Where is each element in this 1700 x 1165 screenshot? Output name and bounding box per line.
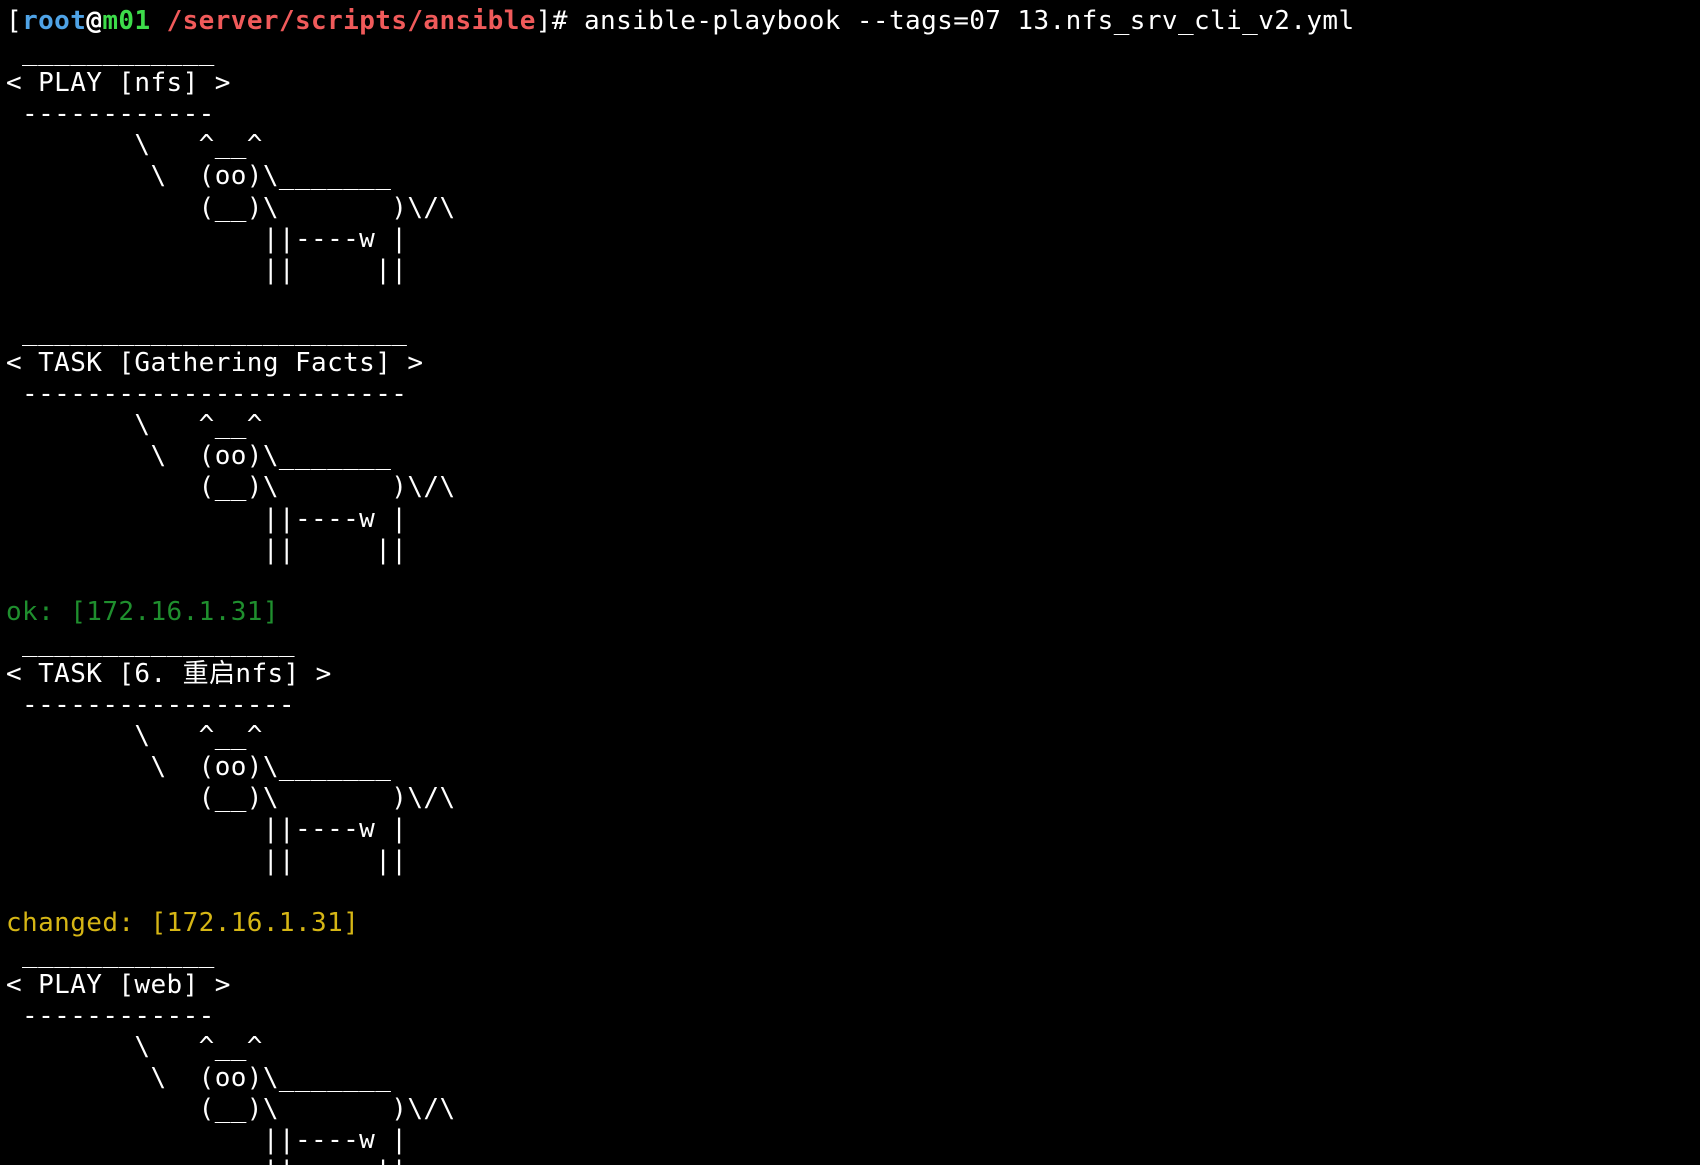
output-line: \ (oo)\_______ (6, 441, 1696, 472)
output-line: ok: [172.16.1.31] (6, 597, 1696, 628)
output-line: || || (6, 1156, 1696, 1165)
output-line: ____________ (6, 37, 1696, 68)
prompt-line: [root@m01 /server/scripts/ansible]# ansi… (6, 6, 1696, 37)
output-text: \ ^__^ (6, 721, 263, 752)
prompt-host: m01 (102, 6, 151, 36)
output-text: ||----w | (6, 223, 408, 254)
output-line: ||----w | (6, 224, 1696, 255)
prompt-user: root (22, 6, 87, 36)
output-text: _________________ (6, 627, 295, 658)
output-line: ||----w | (6, 1125, 1696, 1156)
output-line: \ ^__^ (6, 410, 1696, 441)
output-line: ||----w | (6, 814, 1696, 845)
output-line: || || (6, 535, 1696, 566)
output-line: \ (oo)\_______ (6, 1063, 1696, 1094)
output-text: \ (oo)\_______ (6, 441, 392, 472)
output-line: < TASK [Gathering Facts] > (6, 348, 1696, 379)
output-text: ok: [172.16.1.31] (6, 596, 279, 627)
output-line: ------------ (6, 99, 1696, 130)
output-text: ____________ (6, 37, 215, 68)
prompt-at: @ (86, 6, 103, 36)
output-text: ____________ (6, 938, 215, 969)
output-text: ------------ (6, 1001, 215, 1031)
prompt-command: ansible-playbook --tags=07 13.nfs_srv_cl… (583, 6, 1355, 36)
output-text: < PLAY [web] > (6, 969, 231, 1000)
output-text: ________________________ (6, 316, 408, 347)
output-text: (__)\ )\/\ (6, 783, 456, 814)
output-text: \ ^__^ (6, 1032, 263, 1063)
output-text: < PLAY [nfs] > (6, 68, 231, 99)
output-text: (__)\ )\/\ (6, 192, 456, 223)
output-line: < PLAY [web] > (6, 970, 1696, 1001)
output-line: (__)\ )\/\ (6, 783, 1696, 814)
output-text: ----------------- (6, 690, 295, 721)
output-line: \ (oo)\_______ (6, 752, 1696, 783)
output-text: changed: [172.16.1.31] (6, 907, 360, 938)
output-line: ____________ (6, 939, 1696, 970)
output-line: < TASK [6. 重启nfs] > (6, 659, 1696, 690)
output-line: (__)\ )\/\ (6, 193, 1696, 224)
output-text: || || (6, 534, 408, 565)
prompt-path: /server/scripts/ansible (150, 6, 536, 36)
output-text: \ (oo)\_______ (6, 161, 392, 192)
output-line: < PLAY [nfs] > (6, 68, 1696, 99)
output-text: ------------ (6, 99, 215, 130)
output-text: (__)\ )\/\ (6, 1094, 456, 1125)
output-text: ------------------------ (6, 379, 408, 410)
output-line: ||----w | (6, 504, 1696, 535)
output-text: || || (6, 254, 408, 285)
terminal-output: ____________ < PLAY [nfs] > ------------ … (6, 37, 1696, 1165)
output-text: ||----w | (6, 1125, 408, 1156)
output-line: (__)\ )\/\ (6, 472, 1696, 503)
output-line: _________________ (6, 628, 1696, 659)
output-text: (__)\ )\/\ (6, 472, 456, 503)
output-line: \ (oo)\_______ (6, 161, 1696, 192)
output-line: changed: [172.16.1.31] (6, 908, 1696, 939)
output-line: || || (6, 255, 1696, 286)
output-line: (__)\ )\/\ (6, 1094, 1696, 1125)
output-line: \ ^__^ (6, 130, 1696, 161)
output-text: ||----w | (6, 503, 408, 534)
output-line: \ ^__^ (6, 721, 1696, 752)
output-text: ||----w | (6, 814, 408, 845)
output-line: \ ^__^ (6, 1032, 1696, 1063)
output-line: ----------------- (6, 690, 1696, 721)
output-text: < TASK [Gathering Facts] > (6, 348, 424, 379)
output-line: ------------ (6, 1001, 1696, 1032)
output-text: || || (6, 1156, 407, 1165)
output-text: < TASK [6. 重启nfs] > (6, 658, 332, 689)
prompt-bracket-open: [ (6, 6, 23, 36)
prompt-bracket-close: ]# (535, 6, 584, 36)
output-text: \ ^__^ (6, 410, 263, 441)
output-text: \ (oo)\_______ (6, 752, 392, 783)
output-line: ------------------------ (6, 379, 1696, 410)
output-text: \ ^__^ (6, 130, 263, 161)
output-text: \ (oo)\_______ (6, 1063, 392, 1094)
output-text: || || (6, 845, 408, 876)
output-line: || || (6, 846, 1696, 877)
terminal-window[interactable]: [root@m01 /server/scripts/ansible]# ansi… (6, 6, 1696, 1165)
output-line: ________________________ (6, 317, 1696, 348)
